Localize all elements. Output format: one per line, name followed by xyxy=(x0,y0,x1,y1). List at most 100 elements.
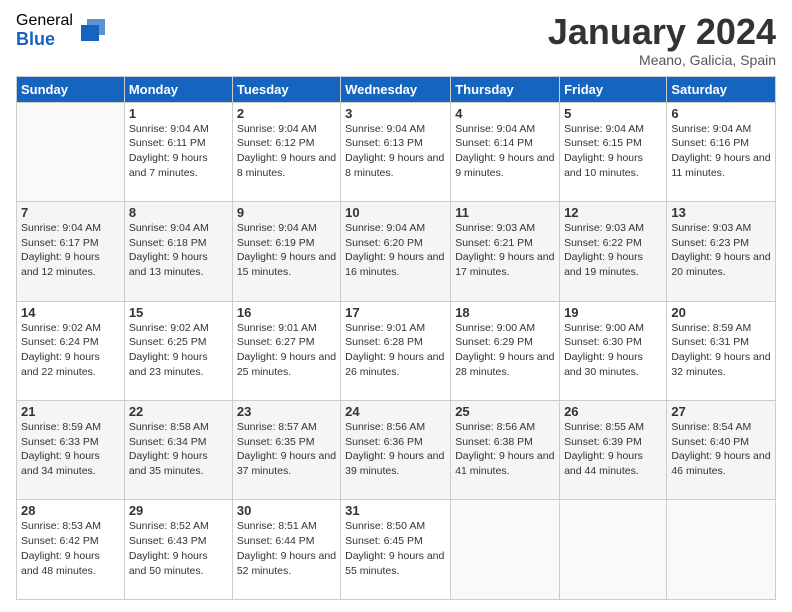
calendar-cell: 22Sunrise: 8:58 AMSunset: 6:34 PMDayligh… xyxy=(124,401,232,500)
day-info: Sunrise: 8:51 AMSunset: 6:44 PMDaylight:… xyxy=(237,519,336,578)
day-number: 1 xyxy=(129,106,228,121)
col-saturday: Saturday xyxy=(667,76,776,102)
day-info: Sunrise: 9:04 AMSunset: 6:20 PMDaylight:… xyxy=(345,221,446,280)
calendar-cell: 19Sunrise: 9:00 AMSunset: 6:30 PMDayligh… xyxy=(560,301,667,400)
calendar-cell: 30Sunrise: 8:51 AMSunset: 6:44 PMDayligh… xyxy=(232,500,340,600)
col-friday: Friday xyxy=(560,76,667,102)
location-subtitle: Meano, Galicia, Spain xyxy=(548,52,776,68)
calendar-cell: 13Sunrise: 9:03 AMSunset: 6:23 PMDayligh… xyxy=(667,202,776,301)
calendar-cell: 9Sunrise: 9:04 AMSunset: 6:19 PMDaylight… xyxy=(232,202,340,301)
calendar-cell: 20Sunrise: 8:59 AMSunset: 6:31 PMDayligh… xyxy=(667,301,776,400)
col-tuesday: Tuesday xyxy=(232,76,340,102)
day-info: Sunrise: 9:04 AMSunset: 6:11 PMDaylight:… xyxy=(129,122,228,181)
day-number: 2 xyxy=(237,106,336,121)
logo-blue: Blue xyxy=(16,30,73,50)
day-info: Sunrise: 9:04 AMSunset: 6:14 PMDaylight:… xyxy=(455,122,555,181)
logo: General Blue xyxy=(16,12,109,49)
calendar-cell: 1Sunrise: 9:04 AMSunset: 6:11 PMDaylight… xyxy=(124,102,232,201)
calendar-cell xyxy=(560,500,667,600)
calendar-cell: 12Sunrise: 9:03 AMSunset: 6:22 PMDayligh… xyxy=(560,202,667,301)
calendar-cell: 27Sunrise: 8:54 AMSunset: 6:40 PMDayligh… xyxy=(667,401,776,500)
day-number: 18 xyxy=(455,305,555,320)
calendar-cell: 24Sunrise: 8:56 AMSunset: 6:36 PMDayligh… xyxy=(341,401,451,500)
calendar-cell: 26Sunrise: 8:55 AMSunset: 6:39 PMDayligh… xyxy=(560,401,667,500)
calendar-cell: 5Sunrise: 9:04 AMSunset: 6:15 PMDaylight… xyxy=(560,102,667,201)
day-number: 11 xyxy=(455,205,555,220)
day-number: 12 xyxy=(564,205,662,220)
day-info: Sunrise: 8:50 AMSunset: 6:45 PMDaylight:… xyxy=(345,519,446,578)
day-number: 13 xyxy=(671,205,771,220)
calendar-cell: 10Sunrise: 9:04 AMSunset: 6:20 PMDayligh… xyxy=(341,202,451,301)
logo-text: General Blue xyxy=(16,12,73,49)
header: General Blue January 2024 Meano, Galicia… xyxy=(16,12,776,68)
calendar-cell xyxy=(667,500,776,600)
calendar-cell: 7Sunrise: 9:04 AMSunset: 6:17 PMDaylight… xyxy=(17,202,125,301)
calendar-cell: 4Sunrise: 9:04 AMSunset: 6:14 PMDaylight… xyxy=(451,102,560,201)
day-number: 16 xyxy=(237,305,336,320)
calendar-cell: 16Sunrise: 9:01 AMSunset: 6:27 PMDayligh… xyxy=(232,301,340,400)
day-number: 30 xyxy=(237,503,336,518)
day-info: Sunrise: 8:59 AMSunset: 6:33 PMDaylight:… xyxy=(21,420,120,479)
calendar-cell: 18Sunrise: 9:00 AMSunset: 6:29 PMDayligh… xyxy=(451,301,560,400)
logo-icon xyxy=(77,15,109,47)
day-info: Sunrise: 9:04 AMSunset: 6:16 PMDaylight:… xyxy=(671,122,771,181)
col-sunday: Sunday xyxy=(17,76,125,102)
calendar-week-row: 21Sunrise: 8:59 AMSunset: 6:33 PMDayligh… xyxy=(17,401,776,500)
calendar-cell: 17Sunrise: 9:01 AMSunset: 6:28 PMDayligh… xyxy=(341,301,451,400)
day-info: Sunrise: 9:03 AMSunset: 6:21 PMDaylight:… xyxy=(455,221,555,280)
day-info: Sunrise: 9:04 AMSunset: 6:19 PMDaylight:… xyxy=(237,221,336,280)
day-info: Sunrise: 9:03 AMSunset: 6:22 PMDaylight:… xyxy=(564,221,662,280)
day-number: 8 xyxy=(129,205,228,220)
day-number: 26 xyxy=(564,404,662,419)
col-monday: Monday xyxy=(124,76,232,102)
calendar-cell: 29Sunrise: 8:52 AMSunset: 6:43 PMDayligh… xyxy=(124,500,232,600)
calendar-cell: 15Sunrise: 9:02 AMSunset: 6:25 PMDayligh… xyxy=(124,301,232,400)
day-info: Sunrise: 8:56 AMSunset: 6:38 PMDaylight:… xyxy=(455,420,555,479)
day-number: 6 xyxy=(671,106,771,121)
calendar-cell: 3Sunrise: 9:04 AMSunset: 6:13 PMDaylight… xyxy=(341,102,451,201)
calendar-cell: 6Sunrise: 9:04 AMSunset: 6:16 PMDaylight… xyxy=(667,102,776,201)
day-info: Sunrise: 9:04 AMSunset: 6:13 PMDaylight:… xyxy=(345,122,446,181)
day-info: Sunrise: 8:53 AMSunset: 6:42 PMDaylight:… xyxy=(21,519,120,578)
col-wednesday: Wednesday xyxy=(341,76,451,102)
day-number: 9 xyxy=(237,205,336,220)
calendar-cell: 14Sunrise: 9:02 AMSunset: 6:24 PMDayligh… xyxy=(17,301,125,400)
day-number: 24 xyxy=(345,404,446,419)
day-number: 4 xyxy=(455,106,555,121)
calendar-cell xyxy=(451,500,560,600)
day-number: 28 xyxy=(21,503,120,518)
day-number: 25 xyxy=(455,404,555,419)
calendar-cell: 28Sunrise: 8:53 AMSunset: 6:42 PMDayligh… xyxy=(17,500,125,600)
day-info: Sunrise: 9:04 AMSunset: 6:18 PMDaylight:… xyxy=(129,221,228,280)
day-number: 22 xyxy=(129,404,228,419)
calendar-cell: 21Sunrise: 8:59 AMSunset: 6:33 PMDayligh… xyxy=(17,401,125,500)
day-number: 17 xyxy=(345,305,446,320)
day-number: 5 xyxy=(564,106,662,121)
day-info: Sunrise: 9:01 AMSunset: 6:27 PMDaylight:… xyxy=(237,321,336,380)
calendar-cell xyxy=(17,102,125,201)
day-number: 31 xyxy=(345,503,446,518)
calendar-week-row: 28Sunrise: 8:53 AMSunset: 6:42 PMDayligh… xyxy=(17,500,776,600)
calendar-week-row: 1Sunrise: 9:04 AMSunset: 6:11 PMDaylight… xyxy=(17,102,776,201)
calendar-cell: 23Sunrise: 8:57 AMSunset: 6:35 PMDayligh… xyxy=(232,401,340,500)
calendar-cell: 8Sunrise: 9:04 AMSunset: 6:18 PMDaylight… xyxy=(124,202,232,301)
day-number: 27 xyxy=(671,404,771,419)
title-block: January 2024 Meano, Galicia, Spain xyxy=(548,12,776,68)
calendar-cell: 2Sunrise: 9:04 AMSunset: 6:12 PMDaylight… xyxy=(232,102,340,201)
day-info: Sunrise: 9:04 AMSunset: 6:12 PMDaylight:… xyxy=(237,122,336,181)
day-info: Sunrise: 8:54 AMSunset: 6:40 PMDaylight:… xyxy=(671,420,771,479)
logo-general: General xyxy=(16,12,73,30)
day-info: Sunrise: 8:59 AMSunset: 6:31 PMDaylight:… xyxy=(671,321,771,380)
day-number: 10 xyxy=(345,205,446,220)
calendar-cell: 25Sunrise: 8:56 AMSunset: 6:38 PMDayligh… xyxy=(451,401,560,500)
day-info: Sunrise: 8:56 AMSunset: 6:36 PMDaylight:… xyxy=(345,420,446,479)
day-info: Sunrise: 9:01 AMSunset: 6:28 PMDaylight:… xyxy=(345,321,446,380)
calendar-week-row: 7Sunrise: 9:04 AMSunset: 6:17 PMDaylight… xyxy=(17,202,776,301)
day-number: 7 xyxy=(21,205,120,220)
page: General Blue January 2024 Meano, Galicia… xyxy=(0,0,792,612)
col-thursday: Thursday xyxy=(451,76,560,102)
day-number: 21 xyxy=(21,404,120,419)
day-number: 20 xyxy=(671,305,771,320)
day-info: Sunrise: 8:52 AMSunset: 6:43 PMDaylight:… xyxy=(129,519,228,578)
day-info: Sunrise: 8:57 AMSunset: 6:35 PMDaylight:… xyxy=(237,420,336,479)
